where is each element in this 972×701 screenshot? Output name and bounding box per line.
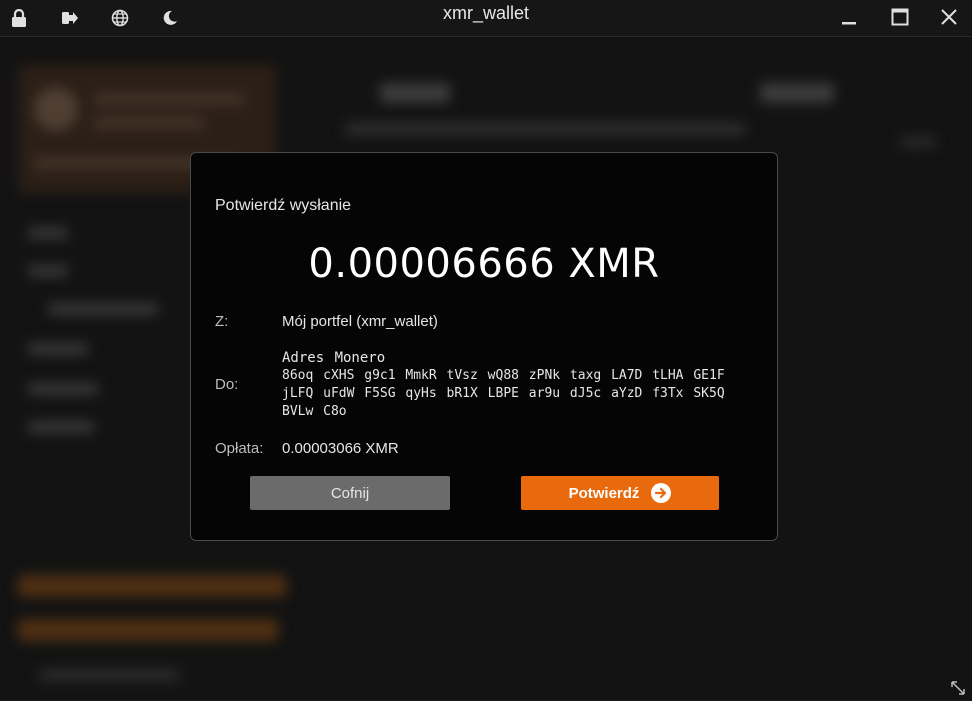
logout-icon[interactable] bbox=[56, 4, 84, 32]
arrow-right-icon bbox=[651, 483, 672, 503]
dialog-title: Potwierdź wysłanie bbox=[215, 197, 352, 214]
maximize-icon[interactable] bbox=[877, 0, 923, 34]
globe-icon[interactable] bbox=[106, 4, 134, 32]
confirm-send-dialog: Potwierdź wysłanie 0.00006666 XMR Z: Mój… bbox=[190, 152, 778, 541]
from-label: Z: bbox=[215, 313, 229, 330]
back-button[interactable]: Cofnij bbox=[250, 476, 450, 510]
to-label: Do: bbox=[215, 376, 239, 393]
lock-icon[interactable] bbox=[5, 4, 33, 32]
moon-icon[interactable] bbox=[156, 4, 184, 32]
address-type-label: Adres Monero bbox=[282, 350, 386, 366]
title-bar: xmr_wallet bbox=[0, 0, 972, 37]
fee-value: 0.00003066 XMR bbox=[282, 440, 399, 457]
confirm-button[interactable]: Potwierdź bbox=[521, 476, 719, 510]
minimize-icon[interactable] bbox=[826, 0, 872, 34]
send-amount: 0.00006666 XMR bbox=[308, 241, 660, 287]
confirm-button-label: Potwierdź bbox=[568, 484, 640, 502]
close-icon[interactable] bbox=[926, 0, 972, 34]
back-button-label: Cofnij bbox=[330, 484, 370, 502]
monero-address: 86oq cXHS g9c1 MmkR tVsz wQ88 zPNk taxg … bbox=[282, 368, 725, 419]
from-value: Mój portfel (xmr_wallet) bbox=[282, 313, 438, 330]
to-address: Adres Monero 86oq cXHS g9c1 MmkR tVsz wQ… bbox=[282, 349, 752, 421]
fee-label: Opłata: bbox=[215, 440, 264, 457]
resize-grip-icon[interactable] bbox=[950, 680, 966, 696]
